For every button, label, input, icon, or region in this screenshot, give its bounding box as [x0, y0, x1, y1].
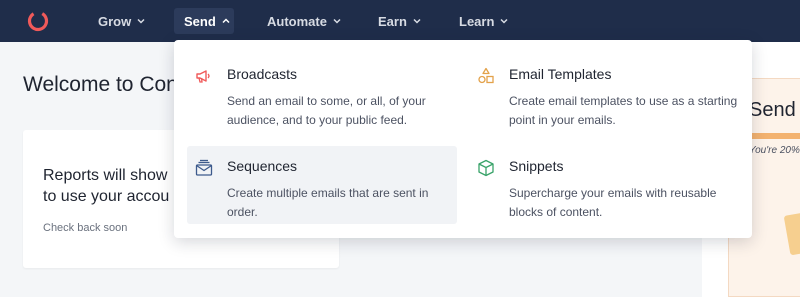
- menu-item-broadcasts[interactable]: Broadcasts Send an email to some, or all…: [187, 54, 457, 132]
- nav-send[interactable]: Send: [184, 0, 231, 42]
- nav-label: Earn: [378, 13, 407, 29]
- email-stack-icon: [195, 159, 213, 176]
- shapes-icon: [478, 67, 494, 84]
- menu-item-title: Email Templates: [509, 66, 612, 82]
- chevron-down-icon: [413, 18, 421, 24]
- menu-item-title: Broadcasts: [227, 66, 298, 82]
- nav-automate[interactable]: Automate: [267, 0, 342, 42]
- cube-icon: [478, 159, 494, 177]
- menu-item-sequences[interactable]: Sequences Create multiple emails that ar…: [187, 146, 457, 224]
- promo-title: Send: [749, 99, 796, 121]
- send-dropdown-menu: Broadcasts Send an email to some, or all…: [174, 40, 752, 238]
- nav-grow[interactable]: Grow: [98, 0, 146, 42]
- convertkit-logo-icon[interactable]: [26, 9, 50, 33]
- nav-label: Learn: [459, 13, 495, 29]
- promo-progress-bar: [751, 133, 800, 139]
- reports-subtext: Check back soon: [43, 222, 128, 234]
- chevron-down-icon: [333, 18, 341, 24]
- menu-item-snippets[interactable]: Snippets Supercharge your emails with re…: [469, 146, 739, 224]
- nav-earn[interactable]: Earn: [378, 0, 422, 42]
- menu-item-title: Snippets: [509, 158, 564, 174]
- menu-item-description: Supercharge your emails with reusable bl…: [509, 186, 717, 219]
- megaphone-icon: [196, 70, 210, 83]
- menu-item-description: Send an email to some, or all, of your a…: [227, 94, 426, 127]
- nav-label: Send: [184, 13, 216, 29]
- chevron-down-icon: [137, 18, 145, 24]
- nav-learn[interactable]: Learn: [459, 0, 509, 42]
- page-title: Welcome to Con: [23, 73, 178, 96]
- menu-item-description: Create email templates to use as a start…: [509, 94, 738, 127]
- menu-item-description: Create multiple emails that are sent in …: [227, 186, 429, 219]
- promo-illustration: [783, 212, 800, 256]
- promo-subtitle: You're 20%: [749, 145, 800, 156]
- menu-item-title: Sequences: [227, 158, 298, 174]
- nav-label: Automate: [267, 13, 327, 29]
- nav-label: Grow: [98, 13, 132, 29]
- menu-item-email-templates[interactable]: Email Templates Create email templates t…: [469, 54, 739, 132]
- chevron-up-icon: [222, 18, 230, 24]
- top-navigation: Grow Send Automate Earn Learn: [0, 0, 800, 42]
- chevron-down-icon: [500, 18, 508, 24]
